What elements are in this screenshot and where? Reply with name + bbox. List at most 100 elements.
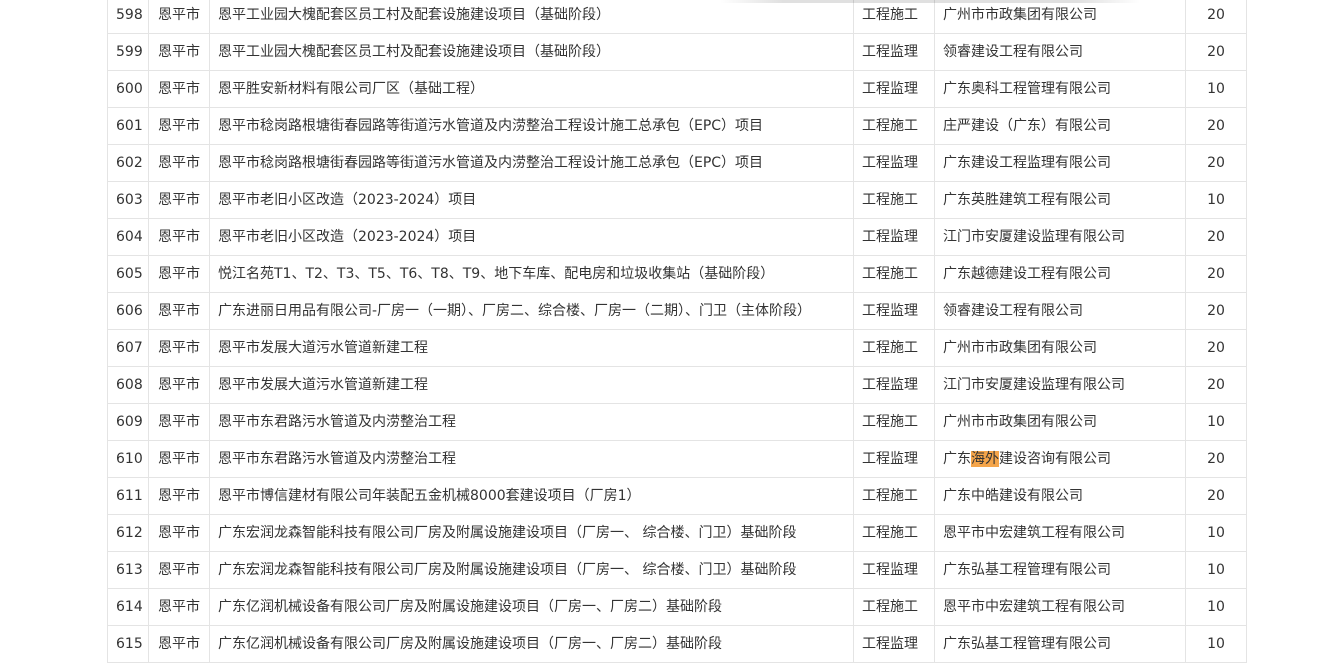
city-cell: 恩平市	[148, 588, 210, 626]
project-name-cell: 广东宏润龙森智能科技有限公司厂房及附属设施建设项目（厂房一、 综合楼、门卫）基础…	[209, 551, 854, 589]
work-type-cell: 工程施工	[853, 255, 935, 293]
company-cell: 广州市市政集团有限公司	[934, 403, 1186, 441]
score-cell: 10	[1185, 403, 1247, 441]
work-type-cell: 工程施工	[853, 588, 935, 626]
city-cell: 恩平市	[148, 403, 210, 441]
score-cell: 20	[1185, 292, 1247, 330]
row-number: 603	[107, 181, 149, 219]
city-cell: 恩平市	[148, 329, 210, 367]
score-cell: 20	[1185, 33, 1247, 71]
company-name-prefix: 广东	[943, 451, 971, 467]
city-cell: 恩平市	[148, 181, 210, 219]
table-row: 614 恩平市 广东亿润机械设备有限公司厂房及附属设施建设项目（厂房一、厂房二）…	[107, 588, 1247, 626]
company-cell: 广东海外建设咨询有限公司	[934, 440, 1186, 478]
row-number: 606	[107, 292, 149, 330]
city-cell: 恩平市	[148, 366, 210, 404]
company-cell: 广东中皓建设有限公司	[934, 477, 1186, 515]
city-cell: 恩平市	[148, 255, 210, 293]
project-name-cell: 恩平市博信建材有限公司年装配五金机械8000套建设项目（厂房1）	[209, 477, 854, 515]
table-row: 600 恩平市 恩平胜安新材料有限公司厂区（基础工程） 工程监理 广东奥科工程管…	[107, 70, 1247, 108]
table-row: 605 恩平市 悦江名苑T1、T2、T3、T5、T6、T8、T9、地下车库、配电…	[107, 255, 1247, 293]
score-cell: 10	[1185, 70, 1247, 108]
work-type-cell: 工程施工	[853, 403, 935, 441]
project-name-cell: 广东亿润机械设备有限公司厂房及附属设施建设项目（厂房一、厂房二）基础阶段	[209, 625, 854, 663]
company-cell: 江门市安厦建设监理有限公司	[934, 366, 1186, 404]
work-type-cell: 工程监理	[853, 33, 935, 71]
score-cell: 20	[1185, 440, 1247, 478]
score-cell: 10	[1185, 514, 1247, 552]
project-name-cell: 广东亿润机械设备有限公司厂房及附属设施建设项目（厂房一、厂房二）基础阶段	[209, 588, 854, 626]
work-type-cell: 工程施工	[853, 477, 935, 515]
project-name-cell: 恩平工业园大槐配套区员工村及配套设施建设项目（基础阶段）	[209, 0, 854, 34]
table-row: 607 恩平市 恩平市发展大道污水管道新建工程 工程施工 广州市市政集团有限公司…	[107, 329, 1247, 367]
company-cell: 恩平市中宏建筑工程有限公司	[934, 514, 1186, 552]
company-cell: 广东奥科工程管理有限公司	[934, 70, 1186, 108]
score-cell: 10	[1185, 181, 1247, 219]
row-number: 615	[107, 625, 149, 663]
table-row: 615 恩平市 广东亿润机械设备有限公司厂房及附属设施建设项目（厂房一、厂房二）…	[107, 625, 1247, 663]
company-cell: 广东弘基工程管理有限公司	[934, 551, 1186, 589]
table-row: 608 恩平市 恩平市发展大道污水管道新建工程 工程监理 江门市安厦建设监理有限…	[107, 366, 1247, 404]
score-cell: 20	[1185, 329, 1247, 367]
table-row: 601 恩平市 恩平市稔岗路根塘街春园路等街道污水管道及内涝整治工程设计施工总承…	[107, 107, 1247, 145]
table-row: 603 恩平市 恩平市老旧小区改造（2023-2024）项目 工程施工 广东英胜…	[107, 181, 1247, 219]
score-cell: 10	[1185, 625, 1247, 663]
table-row: 604 恩平市 恩平市老旧小区改造（2023-2024）项目 工程监理 江门市安…	[107, 218, 1247, 256]
project-name-cell: 恩平市老旧小区改造（2023-2024）项目	[209, 218, 854, 256]
work-type-cell: 工程监理	[853, 292, 935, 330]
project-name-cell: 恩平市东君路污水管道及内涝整治工程	[209, 403, 854, 441]
city-cell: 恩平市	[148, 70, 210, 108]
row-number: 601	[107, 107, 149, 145]
table-row: 613 恩平市 广东宏润龙森智能科技有限公司厂房及附属设施建设项目（厂房一、 综…	[107, 551, 1247, 589]
row-number: 613	[107, 551, 149, 589]
city-cell: 恩平市	[148, 218, 210, 256]
project-name-cell: 恩平市发展大道污水管道新建工程	[209, 329, 854, 367]
row-number: 602	[107, 144, 149, 182]
work-type-cell: 工程监理	[853, 218, 935, 256]
city-cell: 恩平市	[148, 144, 210, 182]
row-number: 610	[107, 440, 149, 478]
table-row: 611 恩平市 恩平市博信建材有限公司年装配五金机械8000套建设项目（厂房1）…	[107, 477, 1247, 515]
city-cell: 恩平市	[148, 0, 210, 34]
company-cell: 江门市安厦建设监理有限公司	[934, 218, 1186, 256]
project-name-cell: 恩平工业园大槐配套区员工村及配套设施建设项目（基础阶段）	[209, 33, 854, 71]
city-cell: 恩平市	[148, 477, 210, 515]
project-name-cell: 恩平胜安新材料有限公司厂区（基础工程）	[209, 70, 854, 108]
table-row: 606 恩平市 广东进丽日用品有限公司-厂房一（一期）、厂房二、综合楼、厂房一（…	[107, 292, 1247, 330]
row-number: 607	[107, 329, 149, 367]
city-cell: 恩平市	[148, 292, 210, 330]
row-number: 609	[107, 403, 149, 441]
project-name-cell: 恩平市稔岗路根塘街春园路等街道污水管道及内涝整治工程设计施工总承包（EPC）项目	[209, 107, 854, 145]
row-number: 599	[107, 33, 149, 71]
work-type-cell: 工程监理	[853, 625, 935, 663]
row-number: 614	[107, 588, 149, 626]
score-cell: 20	[1185, 255, 1247, 293]
city-cell: 恩平市	[148, 514, 210, 552]
company-cell: 领睿建设工程有限公司	[934, 33, 1186, 71]
row-number: 604	[107, 218, 149, 256]
city-cell: 恩平市	[148, 33, 210, 71]
table-row: 612 恩平市 广东宏润龙森智能科技有限公司厂房及附属设施建设项目（厂房一、 综…	[107, 514, 1247, 552]
project-name-cell: 恩平市发展大道污水管道新建工程	[209, 366, 854, 404]
row-number: 612	[107, 514, 149, 552]
project-name-cell: 悦江名苑T1、T2、T3、T5、T6、T8、T9、地下车库、配电房和垃圾收集站（…	[209, 255, 854, 293]
project-name-cell: 广东宏润龙森智能科技有限公司厂房及附属设施建设项目（厂房一、 综合楼、门卫）基础…	[209, 514, 854, 552]
project-name-cell: 恩平市老旧小区改造（2023-2024）项目	[209, 181, 854, 219]
work-type-cell: 工程监理	[853, 144, 935, 182]
company-cell: 广东越德建设工程有限公司	[934, 255, 1186, 293]
project-name-cell: 恩平市稔岗路根塘街春园路等街道污水管道及内涝整治工程设计施工总承包（EPC）项目	[209, 144, 854, 182]
city-cell: 恩平市	[148, 625, 210, 663]
table-row: 610 恩平市 恩平市东君路污水管道及内涝整治工程 工程监理 广东海外建设咨询有…	[107, 440, 1247, 478]
work-type-cell: 工程监理	[853, 366, 935, 404]
company-cell: 广州市市政集团有限公司	[934, 329, 1186, 367]
score-cell: 10	[1185, 551, 1247, 589]
score-cell: 20	[1185, 107, 1247, 145]
scroll-shadow	[720, 0, 1140, 3]
company-cell: 恩平市中宏建筑工程有限公司	[934, 588, 1186, 626]
company-name-suffix: 建设咨询有限公司	[999, 451, 1111, 467]
score-cell: 20	[1185, 218, 1247, 256]
company-cell: 广东建设工程监理有限公司	[934, 144, 1186, 182]
score-cell: 20	[1185, 144, 1247, 182]
work-type-cell: 工程施工	[853, 0, 935, 34]
work-type-cell: 工程施工	[853, 107, 935, 145]
